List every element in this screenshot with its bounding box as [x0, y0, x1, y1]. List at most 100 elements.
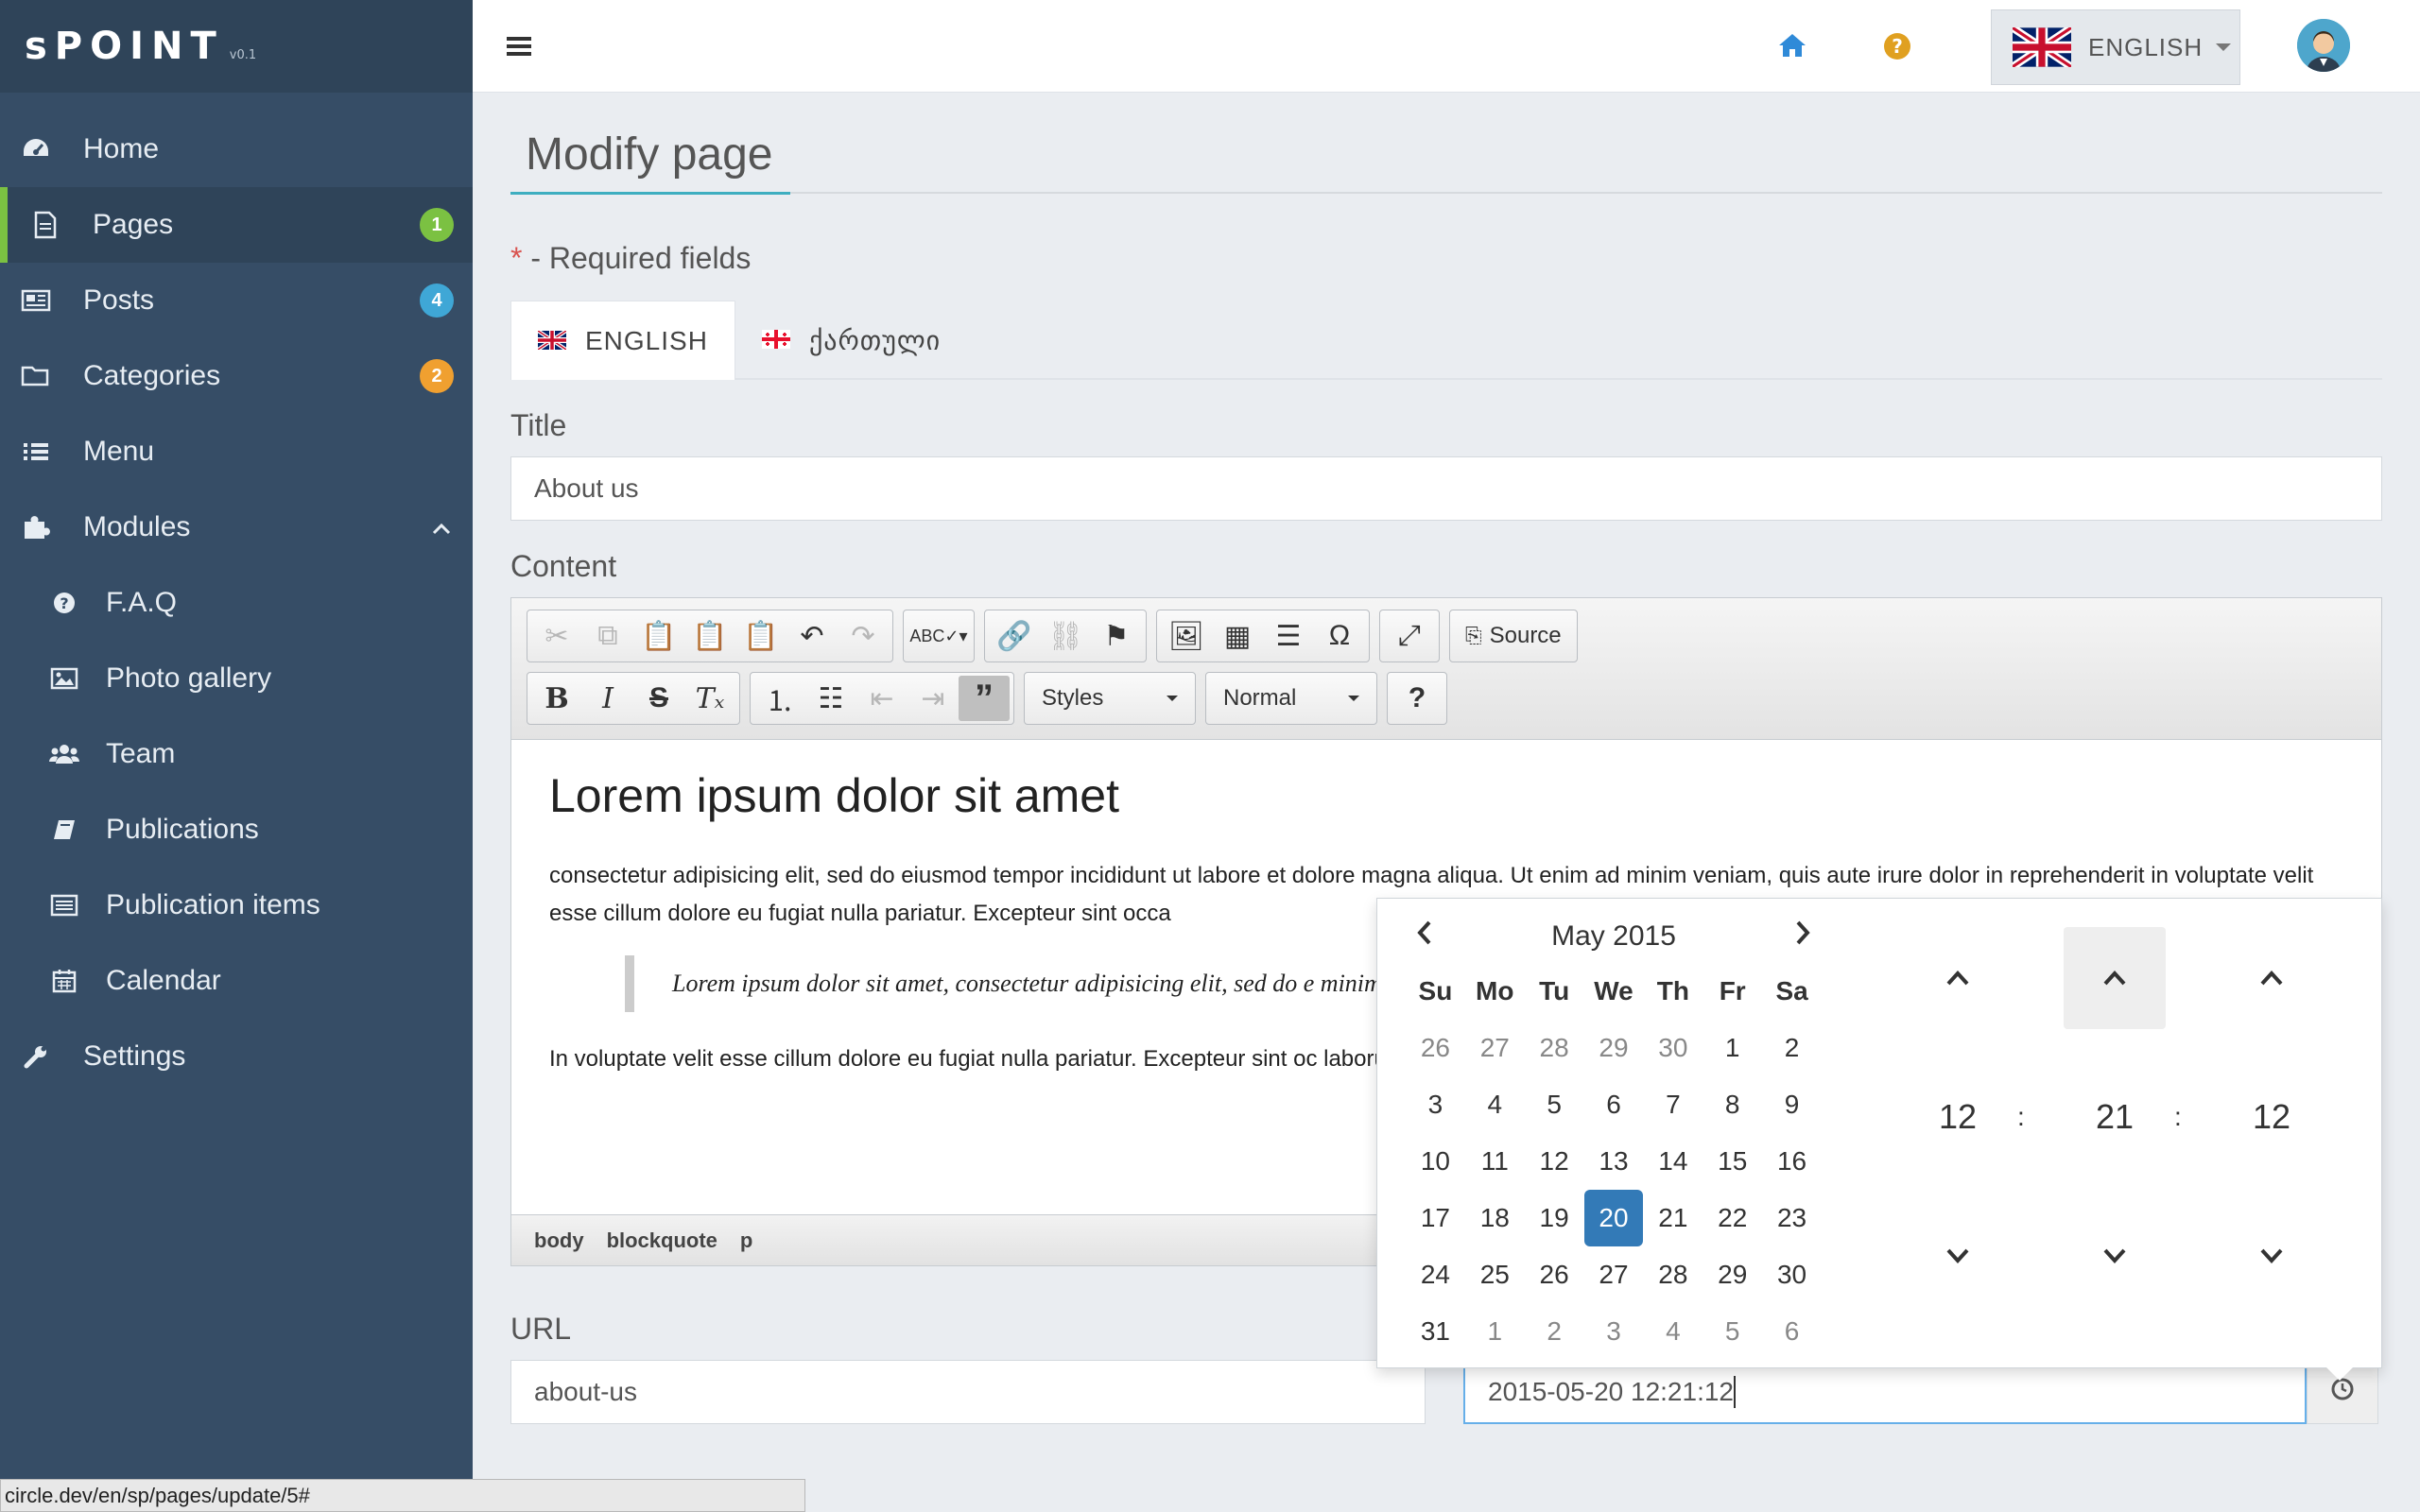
calendar-day[interactable]: 1	[1465, 1303, 1525, 1360]
hamburger-menu-icon[interactable]	[507, 36, 531, 61]
calendar-day[interactable]: 2	[1525, 1303, 1584, 1360]
special-char-icon[interactable]: Ω	[1314, 613, 1365, 659]
calendar-day[interactable]: 8	[1703, 1076, 1762, 1133]
format-dropdown[interactable]: Normal	[1205, 672, 1377, 725]
tab-georgian[interactable]: ქართული	[735, 301, 967, 380]
indent-icon[interactable]: ⇥	[908, 676, 959, 721]
bulleted-list-icon[interactable]: ☷	[805, 676, 856, 721]
calendar-day[interactable]: 16	[1762, 1133, 1822, 1190]
path-blockquote[interactable]: blockquote	[607, 1228, 717, 1253]
calendar-day[interactable]: 12	[1525, 1133, 1584, 1190]
calendar-day[interactable]: 17	[1406, 1190, 1465, 1246]
calendar-day[interactable]: 22	[1703, 1190, 1762, 1246]
calendar-day[interactable]: 15	[1703, 1133, 1762, 1190]
calendar-day[interactable]: 11	[1465, 1133, 1525, 1190]
calendar-day[interactable]: 31	[1406, 1303, 1465, 1360]
sidebar-item-posts[interactable]: Posts 4	[0, 263, 473, 338]
calendar-day-selected[interactable]: 20	[1583, 1190, 1644, 1246]
calendar-day[interactable]: 30	[1762, 1246, 1822, 1303]
sidebar-item-photo-gallery[interactable]: Photo gallery	[0, 641, 473, 716]
sidebar-item-team[interactable]: Team	[0, 716, 473, 792]
cut-icon[interactable]: ✂	[531, 613, 582, 659]
spellcheck-icon[interactable]: ABC✓▾	[908, 613, 970, 659]
user-avatar[interactable]	[2297, 19, 2350, 72]
calendar-day[interactable]: 27	[1584, 1246, 1644, 1303]
calendar-day[interactable]: 6	[1584, 1076, 1644, 1133]
calendar-day[interactable]: 2	[1762, 1020, 1822, 1076]
home-icon[interactable]	[1777, 32, 1807, 63]
strikethrough-icon[interactable]: S	[633, 676, 684, 721]
calendar-day[interactable]: 7	[1643, 1076, 1703, 1133]
calendar-day[interactable]: 4	[1643, 1303, 1703, 1360]
calendar-day[interactable]: 30	[1643, 1020, 1703, 1076]
next-month-icon[interactable]	[1793, 919, 1812, 954]
calendar-month-title[interactable]: May 2015	[1551, 920, 1676, 953]
source-button[interactable]: ⎘ Source	[1454, 613, 1573, 659]
sidebar-item-publication-items[interactable]: Publication items	[0, 868, 473, 943]
styles-dropdown[interactable]: Styles	[1024, 672, 1196, 725]
paste-icon[interactable]: 📋	[633, 613, 684, 659]
second-value[interactable]: 12	[2221, 1029, 2323, 1205]
title-input[interactable]: About us	[510, 456, 2382, 521]
calendar-day[interactable]: 18	[1465, 1190, 1525, 1246]
second-up-icon[interactable]	[2221, 927, 2323, 1029]
calendar-day[interactable]: 5	[1703, 1303, 1762, 1360]
calendar-day[interactable]: 29	[1584, 1020, 1644, 1076]
logo[interactable]: sPOINT v0.1	[0, 0, 473, 93]
minute-down-icon[interactable]	[2064, 1205, 2166, 1307]
sidebar-item-calendar[interactable]: Calendar	[0, 943, 473, 1019]
sidebar-item-categories[interactable]: Categories 2	[0, 338, 473, 414]
calendar-day[interactable]: 13	[1584, 1133, 1644, 1190]
calendar-day[interactable]: 25	[1465, 1246, 1525, 1303]
calendar-day[interactable]: 23	[1762, 1190, 1822, 1246]
copy-icon[interactable]: ⧉	[582, 613, 633, 659]
help-icon[interactable]: ?	[1392, 676, 1443, 721]
calendar-day[interactable]: 26	[1406, 1020, 1465, 1076]
maximize-icon[interactable]: ⤢	[1384, 613, 1435, 659]
calendar-day[interactable]: 3	[1584, 1303, 1644, 1360]
tab-english[interactable]: ENGLISH	[510, 301, 735, 380]
calendar-day[interactable]: 26	[1525, 1246, 1584, 1303]
calendar-day[interactable]: 4	[1465, 1076, 1525, 1133]
sidebar-item-home[interactable]: Home	[0, 112, 473, 187]
path-body[interactable]: body	[534, 1228, 584, 1253]
calendar-day[interactable]: 6	[1762, 1303, 1822, 1360]
calendar-day[interactable]: 27	[1465, 1020, 1525, 1076]
minute-up-icon[interactable]	[2064, 927, 2166, 1029]
link-icon[interactable]: 🔗	[989, 613, 1040, 659]
help-icon[interactable]: ?	[1883, 32, 1911, 65]
calendar-day[interactable]: 1	[1703, 1020, 1762, 1076]
sidebar-item-settings[interactable]: Settings	[0, 1019, 473, 1094]
undo-icon[interactable]: ↶	[786, 613, 838, 659]
blockquote-icon[interactable]: ”	[959, 676, 1010, 721]
table-icon[interactable]: ▦	[1212, 613, 1263, 659]
calendar-day[interactable]: 19	[1525, 1190, 1584, 1246]
paste-word-icon[interactable]: 📋	[735, 613, 786, 659]
calendar-day[interactable]: 24	[1406, 1246, 1465, 1303]
prev-month-icon[interactable]	[1415, 919, 1434, 954]
hour-up-icon[interactable]	[1907, 927, 2009, 1029]
calendar-day[interactable]: 3	[1406, 1076, 1465, 1133]
anchor-flag-icon[interactable]: ⚑	[1091, 613, 1142, 659]
hour-value[interactable]: 12	[1907, 1029, 2009, 1205]
unlink-icon[interactable]: ⛓	[1040, 613, 1091, 659]
horizontal-line-icon[interactable]: ☰	[1263, 613, 1314, 659]
redo-icon[interactable]: ↷	[838, 613, 889, 659]
sidebar-item-publications[interactable]: Publications	[0, 792, 473, 868]
calendar-day[interactable]: 14	[1643, 1133, 1703, 1190]
remove-format-icon[interactable]: Tₓ	[684, 676, 735, 721]
calendar-day[interactable]: 9	[1762, 1076, 1822, 1133]
sidebar-item-menu[interactable]: Menu	[0, 414, 473, 490]
calendar-day[interactable]: 21	[1643, 1190, 1703, 1246]
language-dropdown[interactable]: ENGLISH	[1991, 9, 2240, 85]
calendar-day[interactable]: 5	[1525, 1076, 1584, 1133]
paste-text-icon[interactable]: 📋	[684, 613, 735, 659]
path-p[interactable]: p	[740, 1228, 752, 1253]
calendar-day[interactable]: 28	[1643, 1246, 1703, 1303]
image-icon[interactable]: 🖼	[1161, 613, 1212, 659]
bold-icon[interactable]: B	[531, 676, 582, 721]
sidebar-item-modules[interactable]: Modules	[0, 490, 473, 565]
chevron-up-icon[interactable]	[431, 511, 452, 543]
sidebar-item-pages[interactable]: Pages 1	[0, 187, 473, 263]
second-down-icon[interactable]	[2221, 1205, 2323, 1307]
